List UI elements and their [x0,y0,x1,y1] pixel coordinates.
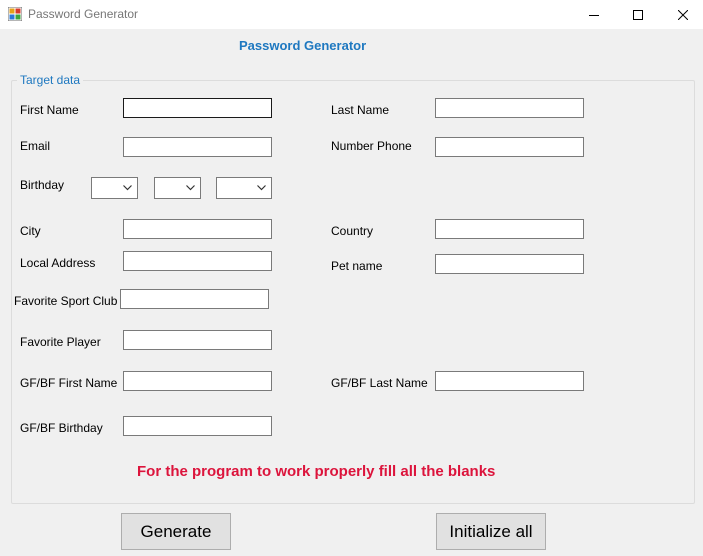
group-title: Target data [17,73,84,87]
gf-bf-last-name-label: GF/BF Last Name [331,376,428,390]
last-name-label: Last Name [331,103,390,117]
birthday-month-select[interactable] [154,177,201,199]
favorite-sport-club-label: Favorite Sport Club [14,294,118,308]
gf-bf-birthday-input[interactable] [123,416,272,436]
gf-bf-last-name-input[interactable] [435,371,584,391]
gf-bf-first-name-input[interactable] [123,371,272,391]
minimize-button[interactable] [571,0,617,29]
window-title: Password Generator [28,7,139,21]
maximize-icon [633,9,643,20]
chevron-down-icon [186,185,195,191]
chevron-down-icon [123,185,132,191]
favorite-player-input[interactable] [123,330,272,350]
title-bar: Password Generator [0,0,703,29]
birthday-label: Birthday [20,178,65,192]
first-name-label: First Name [20,103,79,117]
minimize-icon [589,14,599,16]
gf-bf-birthday-label: GF/BF Birthday [20,421,103,435]
initialize-all-button[interactable]: Initialize all [436,513,546,550]
close-button[interactable] [660,0,703,29]
generate-button[interactable]: Generate [121,513,231,550]
email-input[interactable] [123,137,272,157]
birthday-day-select[interactable] [91,177,138,199]
chevron-down-icon [257,185,266,191]
pet-name-input[interactable] [435,254,584,274]
fill-all-warning: For the program to work properly fill al… [137,463,496,480]
country-input[interactable] [435,219,584,239]
city-label: City [20,224,41,238]
city-input[interactable] [123,219,272,239]
favorite-sport-club-input[interactable] [120,289,269,309]
first-name-input[interactable] [123,98,272,118]
email-label: Email [20,139,51,153]
close-icon [678,9,688,20]
form-heading: Password Generator [239,38,367,53]
gf-bf-first-name-label: GF/BF First Name [20,376,118,390]
maximize-button[interactable] [615,0,661,29]
birthday-year-select[interactable] [216,177,272,199]
app-icon [7,6,23,22]
local-address-input[interactable] [123,251,272,271]
number-phone-input[interactable] [435,137,584,157]
local-address-label: Local Address [20,256,96,270]
country-label: Country [331,224,374,238]
number-phone-label: Number Phone [331,139,412,153]
pet-name-label: Pet name [331,259,383,273]
favorite-player-label: Favorite Player [20,335,101,349]
last-name-input[interactable] [435,98,584,118]
